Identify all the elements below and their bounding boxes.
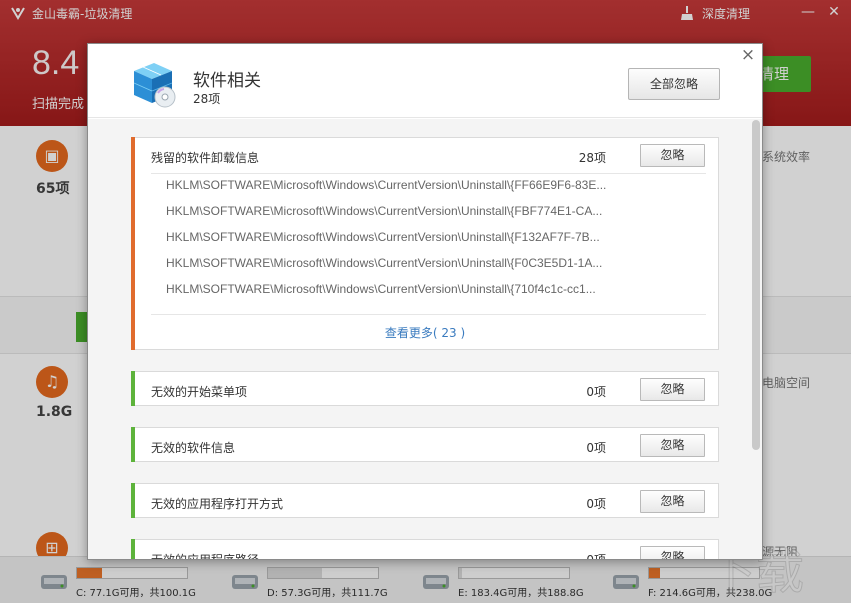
section-card-app-path: 无效的应用程序路径 0项 忽略 — [131, 539, 719, 560]
section-title: 残留的软件卸载信息 — [151, 151, 260, 165]
section-count: 0项 — [586, 385, 606, 399]
ignore-button[interactable]: 忽略 — [640, 378, 705, 401]
section-divider — [151, 173, 706, 174]
registry-item[interactable]: HKLM\SOFTWARE\Microsoft\Windows\CurrentV… — [166, 230, 600, 244]
section-count: 0项 — [586, 497, 606, 511]
section-accent — [131, 539, 135, 559]
registry-item[interactable]: HKLM\SOFTWARE\Microsoft\Windows\CurrentV… — [166, 204, 602, 218]
ignore-button[interactable]: 忽略 — [640, 434, 705, 457]
dialog-header: 软件相关 28项 全部忽略 × — [88, 44, 762, 118]
section-card-open-with: 无效的应用程序打开方式 0项 忽略 — [131, 483, 719, 518]
dialog-body: 残留的软件卸载信息 28项 忽略 HKLM\SOFTWARE\Microsoft… — [88, 119, 762, 560]
section-card-software-info: 无效的软件信息 0项 忽略 — [131, 427, 719, 462]
section-count: 28项 — [578, 151, 606, 165]
section-accent — [131, 371, 135, 406]
registry-item[interactable]: HKLM\SOFTWARE\Microsoft\Windows\CurrentV… — [166, 282, 596, 296]
section-accent — [131, 427, 135, 462]
section-title: 无效的开始菜单项 — [151, 385, 248, 399]
ignore-button[interactable]: 忽略 — [640, 546, 705, 559]
dialog-item-count: 28项 — [193, 92, 221, 106]
software-box-icon — [133, 63, 176, 108]
section-card-uninstall: 残留的软件卸载信息 28项 忽略 HKLM\SOFTWARE\Microsoft… — [131, 137, 719, 350]
ignore-button[interactable]: 忽略 — [640, 144, 705, 167]
view-more-link[interactable]: 查看更多( 23 ) — [132, 324, 718, 341]
dialog-close-button[interactable]: × — [740, 47, 756, 64]
section-count: 0项 — [586, 441, 606, 455]
section-accent — [131, 483, 135, 518]
section-count: 0项 — [586, 553, 606, 560]
section-title: 无效的应用程序打开方式 — [151, 497, 284, 511]
section-card-start-menu: 无效的开始菜单项 0项 忽略 — [131, 371, 719, 406]
ignore-button[interactable]: 忽略 — [640, 490, 705, 513]
ignore-all-button[interactable]: 全部忽略 — [628, 68, 720, 100]
registry-item[interactable]: HKLM\SOFTWARE\Microsoft\Windows\CurrentV… — [166, 256, 602, 270]
dialog-title: 软件相关 — [193, 71, 261, 91]
section-accent — [131, 137, 135, 350]
scrollbar-thumb[interactable] — [752, 120, 760, 450]
section-divider — [151, 314, 706, 315]
dialog-scrollbar[interactable] — [752, 120, 760, 450]
registry-item[interactable]: HKLM\SOFTWARE\Microsoft\Windows\CurrentV… — [166, 178, 606, 192]
section-title: 无效的应用程序路径 — [151, 553, 260, 560]
section-title: 无效的软件信息 — [151, 441, 236, 455]
software-related-dialog: 软件相关 28项 全部忽略 × 残留的软件卸载信息 28项 忽略 HKLM\SO… — [87, 43, 763, 560]
